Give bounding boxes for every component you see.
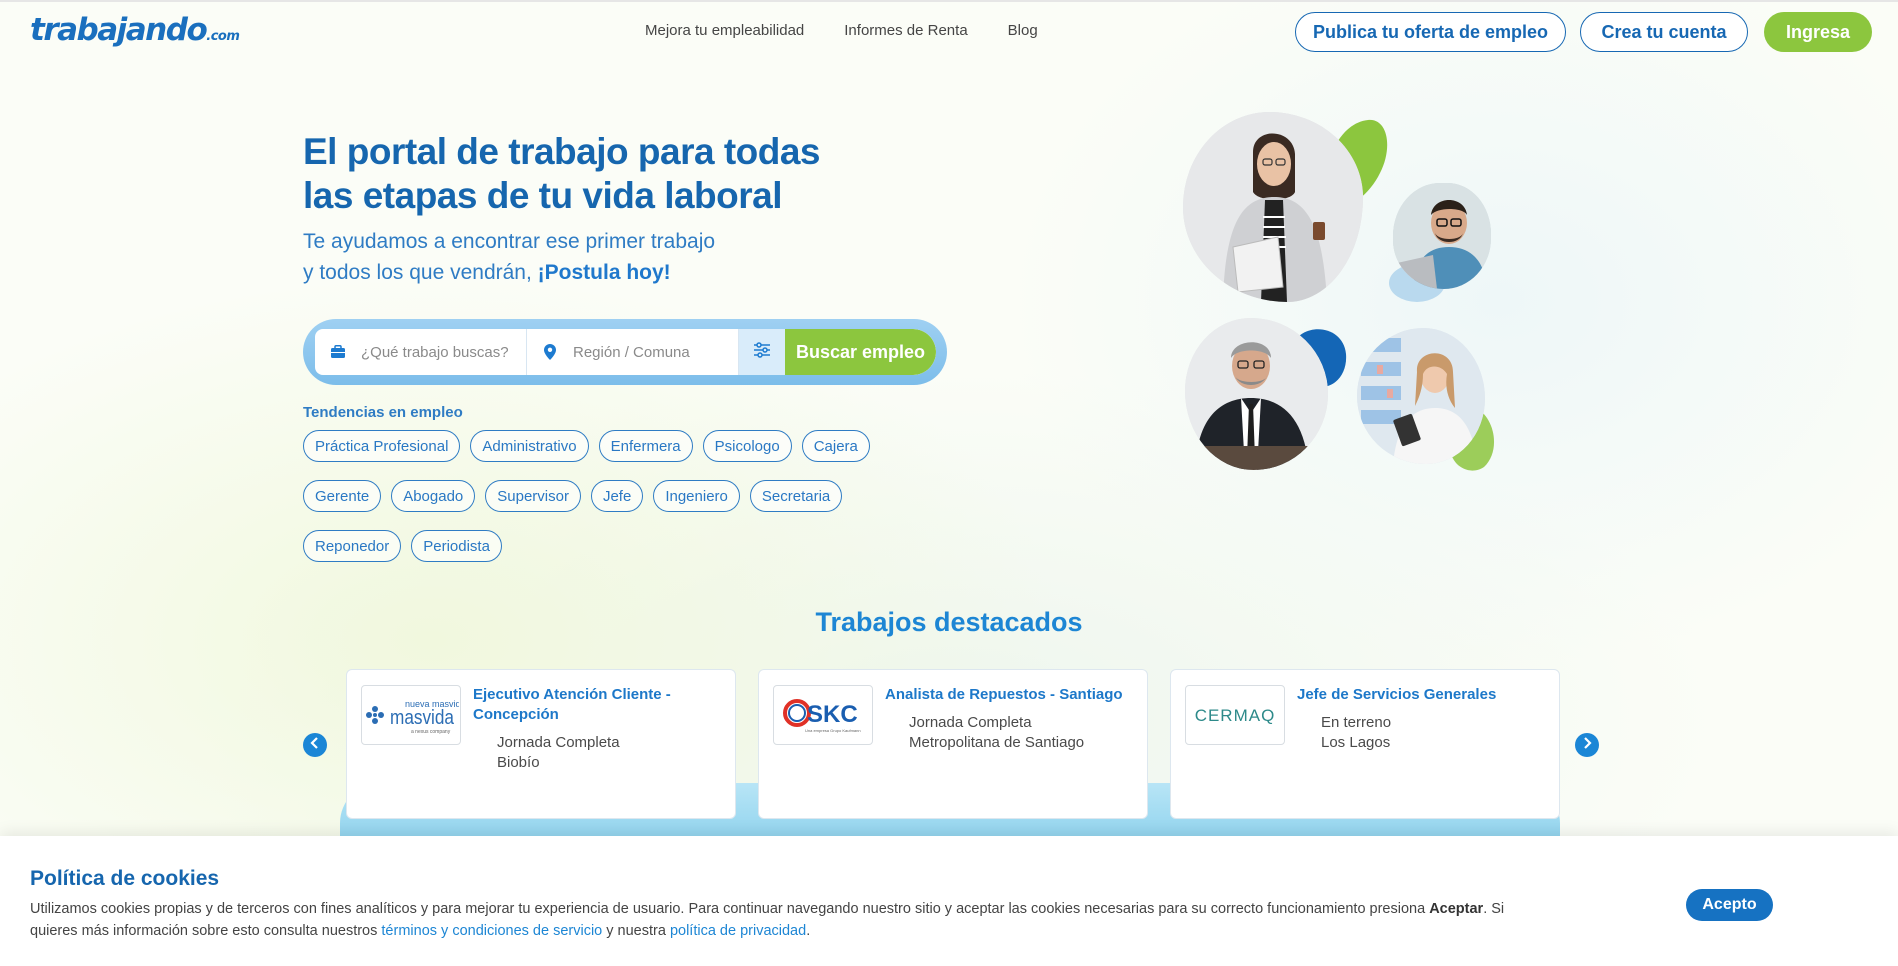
job-schedule: Jornada Completa [909,714,1032,731]
featured-title: Trabajos destacados [815,607,1083,637]
trend-chip[interactable]: Práctica Profesional [303,430,461,462]
trend-chip[interactable]: Reponedor [303,530,402,562]
search-bar: Buscar empleo [303,319,947,385]
job-region: Los Lagos [1321,734,1391,751]
publish-offer-button[interactable]: Publica tu oferta de empleo [1295,12,1566,52]
trends-label: Tendencias en empleo [303,404,463,421]
trend-chips: Práctica Profesional Administrativo Enferm… [303,430,903,562]
nav-link-blog[interactable]: Blog [1008,22,1038,39]
hero-title-line1: El portal de trabajo para todas [303,131,821,172]
cookie-text-part1: Utilizamos cookies propias y de terceros… [30,901,1426,917]
chevron-left-icon [310,736,320,754]
job-title[interactable]: Analista de Repuestos - Santiago [885,685,1125,705]
carousel-prev-button[interactable] [303,733,327,757]
main-nav: Mejora tu empleabilidad Informes de Rent… [645,22,1038,39]
create-account-button[interactable]: Crea tu cuenta [1580,12,1748,52]
job-modality: En terreno [1321,714,1392,731]
chevron-right-icon [1582,736,1592,754]
trend-chip[interactable]: Administrativo [470,430,589,462]
skc-logo-tagline: Una empresa Grupo Kaufmann [805,728,861,733]
job-region: Biobío [497,754,540,771]
man-with-laptop-photo [1393,183,1491,289]
logo-domain-text: .com [206,29,240,44]
trend-chip[interactable]: Ingeniero [653,480,740,512]
trabajando-logo[interactable]: trabajando .com [30,12,240,52]
carousel-next-button[interactable] [1575,733,1599,757]
skc-logo: SKC Una empresa Grupo Kaufmann [773,685,873,745]
region-search-input[interactable] [573,343,723,361]
job-title[interactable]: Jefe de Servicios Generales [1297,685,1537,705]
nav-link-informes-renta[interactable]: Informes de Renta [844,22,967,39]
trend-chip[interactable]: Enfermera [598,430,693,462]
masvida-logo: nueva masvida masvida a nexus company [361,685,461,745]
nav-link-empleabilidad[interactable]: Mejora tu empleabilidad [645,22,804,39]
job-card[interactable]: CERMAQ Jefe de Servicios Generales En te… [1170,669,1560,819]
job-card[interactable]: nueva masvida masvida a nexus company Ej… [346,669,736,819]
trend-chip[interactable]: Gerente [303,480,382,512]
skc-logo-text: SKC [807,701,858,728]
job-schedule: Jornada Completa [497,734,620,751]
trend-chip[interactable]: Secretaria [749,480,843,512]
trend-chip[interactable]: Cajera [801,430,870,462]
svg-text:masvida: masvida [390,707,455,729]
hero-subtitle-cta: ¡Postula hoy! [537,261,671,284]
masvida-logo-tagline: a nexus company [411,729,451,735]
cookie-title: Política de cookies [30,867,220,890]
logo-main-text: trabajando [30,12,208,48]
hero-subtitle-line2: y todos los que vendrán, [303,261,532,284]
job-title[interactable]: Ejecutivo Atención Cliente - Concepción [473,685,713,725]
cookie-text-end: . [806,923,811,939]
woman-with-laptop-photo [1183,112,1363,302]
region-field [527,329,739,375]
cookie-accept-word: Aceptar [1429,901,1484,917]
trend-chip[interactable]: Supervisor [485,480,581,512]
cookie-banner: Política de cookies Utilizamos cookies p… [0,836,1898,966]
top-border [0,0,1898,2]
trend-chip[interactable]: Jefe [590,480,644,512]
cookie-text-part3: y nuestra [606,923,666,939]
job-region: Metropolitana de Santiago [909,734,1085,751]
login-button[interactable]: Ingresa [1764,12,1872,52]
trend-chip[interactable]: Abogado [391,480,476,512]
terms-link[interactable]: términos y condiciones de servicio [381,923,602,939]
businessman-photo [1185,318,1328,470]
hero-subtitle: Te ayudamos a encontrar ese primer traba… [303,226,715,288]
cookie-text: Utilizamos cookies propias y de terceros… [30,898,1550,942]
trend-chip[interactable]: Periodista [411,530,502,562]
hero-subtitle-line1: Te ayudamos a encontrar ese primer traba… [303,230,716,253]
accept-cookies-button[interactable]: Acepto [1686,889,1773,921]
hero-title: El portal de trabajo para todas las etap… [303,130,923,218]
location-pin-icon [541,343,559,361]
hero-title-line2: las etapas de tu vida laboral [303,175,783,216]
job-card[interactable]: SKC Una empresa Grupo Kaufmann Analista … [758,669,1148,819]
cermaq-logo: CERMAQ [1185,685,1285,745]
privacy-link[interactable]: política de privacidad [670,923,806,939]
job-field [315,329,527,375]
pharmacist-photo [1357,328,1485,464]
filter-button[interactable] [739,329,785,375]
search-jobs-button[interactable]: Buscar empleo [785,329,936,375]
briefcase-icon [329,343,347,361]
job-search-input[interactable] [361,343,511,361]
cermaq-logo-text: CERMAQ [1195,706,1276,725]
sliders-icon [753,341,771,363]
trend-chip[interactable]: Psicologo [702,430,792,462]
search-inner: Buscar empleo [315,329,936,375]
